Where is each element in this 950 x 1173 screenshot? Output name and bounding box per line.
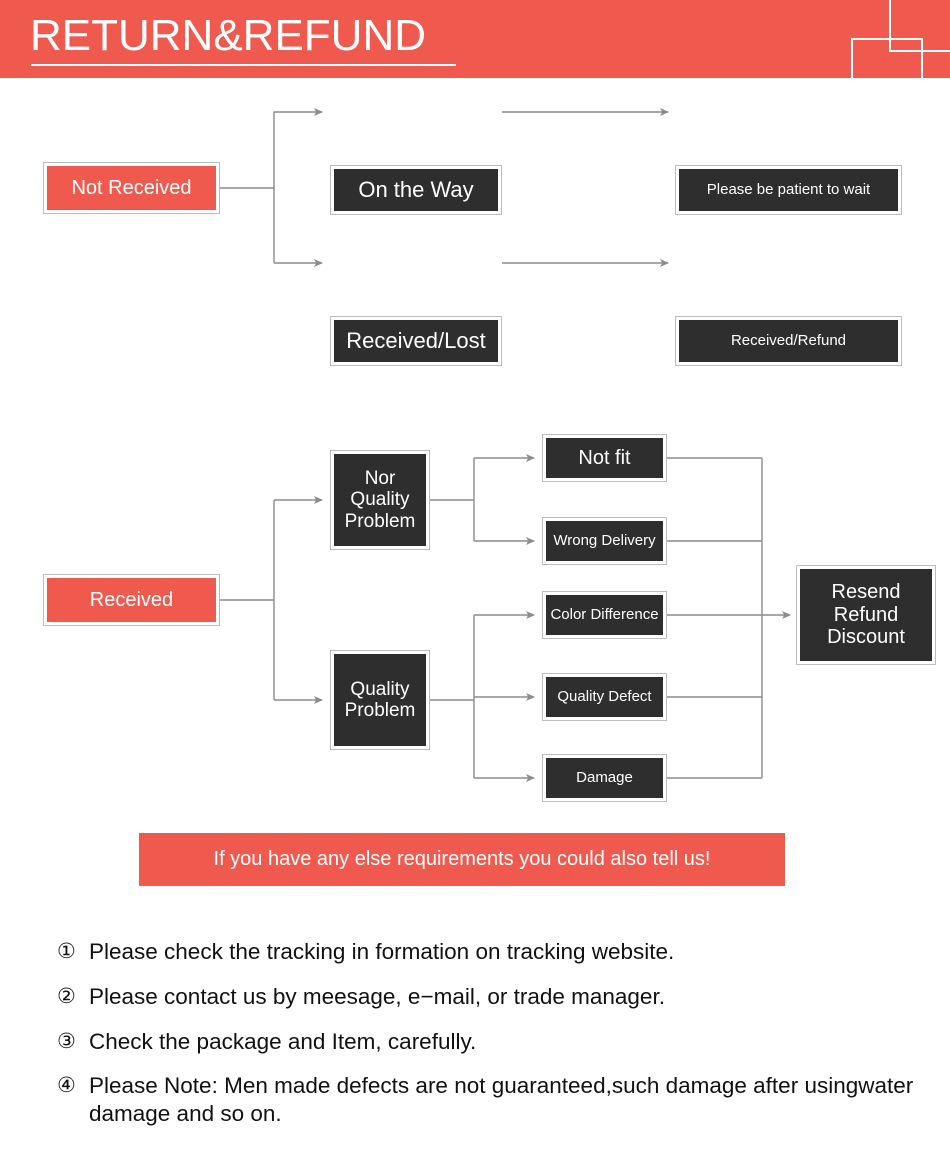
node-color-difference[interactable]: Color Difference [542, 591, 667, 639]
note-item: ③ Check the package and Item, carefully. [57, 1028, 937, 1057]
note-item: ④ Please Note: Men made defects are not … [57, 1072, 937, 1127]
node-quality-defect-label: Quality Defect [546, 677, 663, 717]
note-text: Please Note: Men made defects are not gu… [89, 1073, 914, 1126]
resolution-line-3: Discount [827, 626, 905, 649]
node-received[interactable]: Received [43, 574, 220, 626]
node-received-lost[interactable]: Received/Lost [330, 316, 502, 366]
note-item: ① Please check the tracking in formation… [57, 938, 937, 967]
resolution-line-2: Refund [833, 603, 899, 626]
node-quality-problem[interactable]: Quality Problem [330, 650, 430, 750]
node-damage-label: Damage [546, 758, 663, 798]
note-text: Please check the tracking in formation o… [89, 939, 675, 964]
note-item: ② Please contact us by meesage, e−mail, … [57, 983, 937, 1012]
node-received-lost-label: Received/Lost [334, 320, 498, 362]
node-not-received[interactable]: Not Received [43, 162, 220, 214]
page-title: RETURN&REFUND [30, 11, 426, 60]
note-text: Check the package and Item, carefully. [89, 1028, 477, 1054]
node-resend-refund-discount[interactable]: Resend Refund Discount [796, 565, 936, 665]
node-received-refund[interactable]: Received/Refund [675, 316, 902, 366]
title-underline [31, 64, 456, 66]
return-refund-flowchart: Not Received On the Way Please be patien… [0, 78, 950, 838]
resolution-line-1: Resend [831, 581, 901, 604]
notes-list: ① Please check the tracking in formation… [57, 938, 937, 1127]
node-not-fit[interactable]: Not fit [542, 434, 667, 482]
note-number: ③ [57, 1029, 76, 1053]
node-wrong-delivery-label: Wrong Delivery [546, 521, 663, 561]
note-text: Please contact us by meesage, e−mail, or… [89, 983, 665, 1009]
node-please-be-patient[interactable]: Please be patient to wait [675, 165, 902, 215]
node-nor-quality-problem[interactable]: Nor Quality Problem [330, 450, 430, 550]
node-not-fit-label: Not fit [546, 438, 663, 478]
page-header: RETURN&REFUND [0, 0, 950, 94]
node-resend-refund-discount-label: Resend Refund Discount [800, 569, 932, 661]
node-on-the-way-label: On the Way [334, 169, 498, 211]
callout-banner: If you have any else requirements you co… [139, 833, 785, 886]
node-nor-quality-problem-label: Nor Quality Problem [334, 454, 426, 546]
node-received-label: Received [47, 578, 216, 622]
callout-text: If you have any else requirements you co… [213, 848, 711, 870]
node-wrong-delivery[interactable]: Wrong Delivery [542, 517, 667, 565]
node-damage[interactable]: Damage [542, 754, 667, 802]
note-number: ④ [57, 1074, 76, 1098]
node-on-the-way[interactable]: On the Way [330, 165, 502, 215]
note-number: ② [57, 984, 76, 1008]
node-please-be-patient-label: Please be patient to wait [679, 169, 898, 211]
decorative-line [889, 50, 950, 52]
node-not-received-label: Not Received [47, 166, 216, 210]
node-received-refund-label: Received/Refund [679, 320, 898, 362]
node-color-difference-label: Color Difference [546, 595, 663, 635]
node-quality-defect[interactable]: Quality Defect [542, 673, 667, 721]
node-quality-problem-label: Quality Problem [334, 654, 426, 746]
note-number: ① [57, 940, 76, 963]
